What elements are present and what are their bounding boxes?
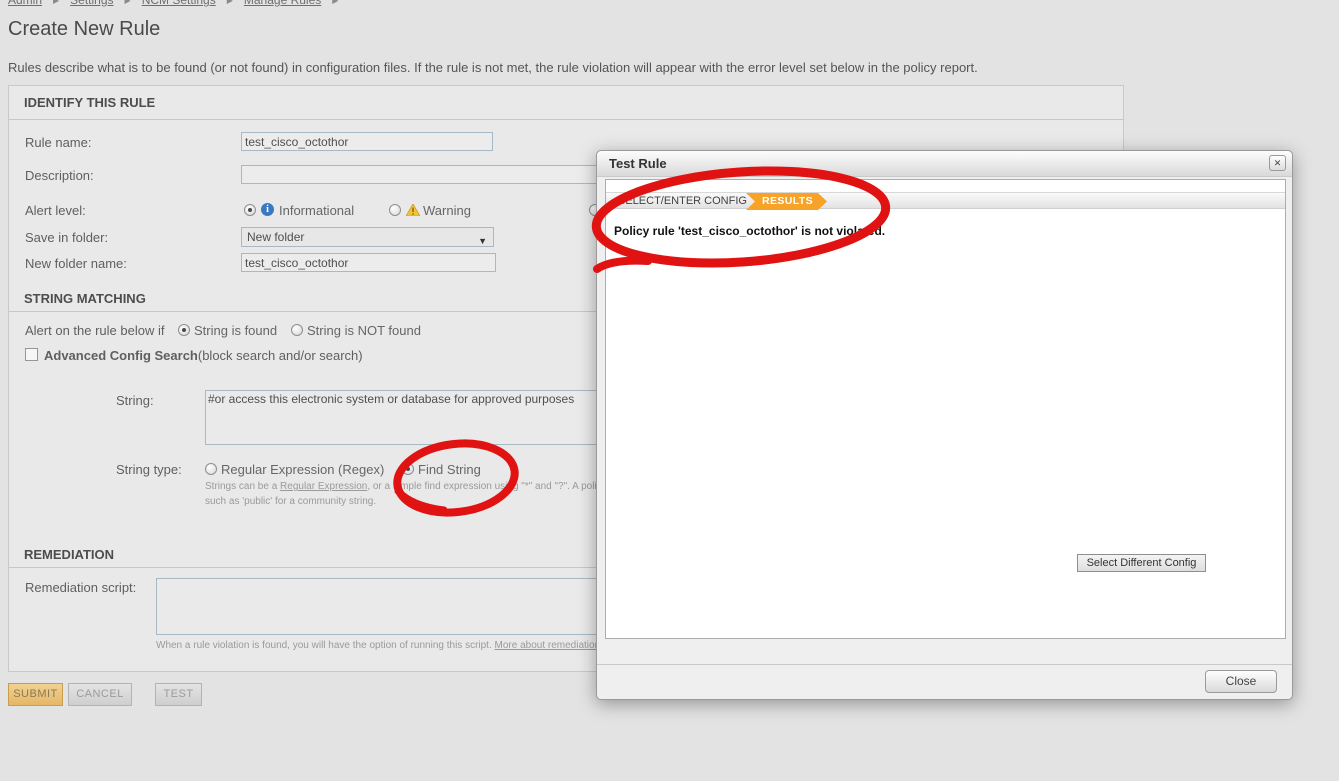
submit-button[interactable]: SUBMIT [8,683,63,706]
regular-expression-link[interactable]: Regular Expression [280,481,367,492]
alert-level-label: Alert level: [25,203,86,218]
page-title: Create New Rule [8,18,161,40]
warning-radio[interactable] [389,204,401,216]
new-folder-name-input[interactable] [241,253,496,272]
test-result-message: Policy rule 'test_cisco_octothor' is not… [614,224,886,238]
regex-option-label: Regular Expression (Regex) [221,462,385,477]
page-description: Rules describe what is to be found (or n… [8,60,978,75]
tab-results[interactable]: RESULTS [746,193,827,210]
string-not-found-label: String is NOT found [307,323,421,338]
find-string-radio[interactable] [402,463,414,475]
breadcrumb-separator-icon: ▶ [53,0,60,5]
description-input[interactable] [241,165,641,184]
remediation-script-input[interactable] [156,578,603,635]
close-icon[interactable]: ✕ [1269,155,1286,171]
string-is-found-radio[interactable] [178,324,190,336]
warning-option-label: Warning [423,203,471,218]
tab-select-enter-config[interactable]: SELECT/ENTER CONFIG [618,193,747,209]
breadcrumb-link-manage-rules[interactable]: Manage Rules [244,0,321,7]
string-type-help-line2: such as 'public' for a community string. [205,496,377,507]
save-in-folder-value: New folder [247,230,305,244]
find-string-option-label: Find String [418,462,481,477]
string-type-label: String type: [116,462,182,477]
dialog-footer: Close [597,664,1292,700]
save-in-folder-label: Save in folder: [25,230,109,245]
warning-icon [405,203,421,217]
new-folder-name-label: New folder name: [25,256,127,271]
breadcrumb-link-admin[interactable]: Admin [8,0,42,7]
string-label: String: [116,393,154,408]
rule-name-label: Rule name: [25,135,92,150]
breadcrumb-separator-icon: ▶ [124,0,131,5]
informational-radio[interactable] [244,204,256,216]
alert-condition-label: Alert on the rule below if [25,323,165,338]
chevron-down-icon: ▼ [478,236,487,246]
breadcrumb-separator-icon: ▶ [332,0,339,5]
advanced-config-search-checkbox[interactable] [25,348,38,361]
dialog-content: SELECT/ENTER CONFIG RESULTS Policy rule … [605,179,1286,639]
test-rule-dialog: Test Rule ✕ SELECT/ENTER CONFIG RESULTS … [596,150,1293,700]
breadcrumb-link-settings[interactable]: Settings [70,0,113,7]
breadcrumb-link-ncm-settings[interactable]: NCM Settings [142,0,216,7]
string-not-found-radio[interactable] [291,324,303,336]
advanced-config-search-label: Advanced Config Search(block search and/… [44,348,363,363]
info-icon: i [261,203,274,216]
description-label: Description: [25,168,94,183]
string-type-help-line1: Strings can be a Regular Expression, or … [205,481,627,492]
string-is-found-label: String is found [194,323,278,338]
remediation-script-label: Remediation script: [25,580,137,595]
remediation-help: When a rule violation is found, you will… [156,640,632,651]
select-different-config-button[interactable]: Select Different Config [1077,554,1206,572]
breadcrumb-separator-icon: ▶ [226,0,233,5]
regex-radio[interactable] [205,463,217,475]
cancel-button[interactable]: CANCEL [68,683,132,706]
wizard-step-bar: SELECT/ENTER CONFIG RESULTS [606,192,1285,209]
close-button[interactable]: Close [1205,670,1277,693]
save-in-folder-select[interactable]: New folder ▼ [241,227,494,247]
informational-option-label: Informational [279,203,355,218]
test-button[interactable]: TEST [155,683,202,706]
dialog-title: Test Rule [609,156,667,171]
section-header-identify: IDENTIFY THIS RULE [9,95,1123,120]
string-input[interactable]: #or access this electronic system or dat… [205,390,627,445]
dialog-titlebar[interactable]: Test Rule ✕ [597,151,1292,177]
rule-name-input[interactable] [241,132,493,151]
breadcrumb: Admin ▶ Settings ▶ NCM Settings ▶ Manage Rules… [8,0,349,7]
